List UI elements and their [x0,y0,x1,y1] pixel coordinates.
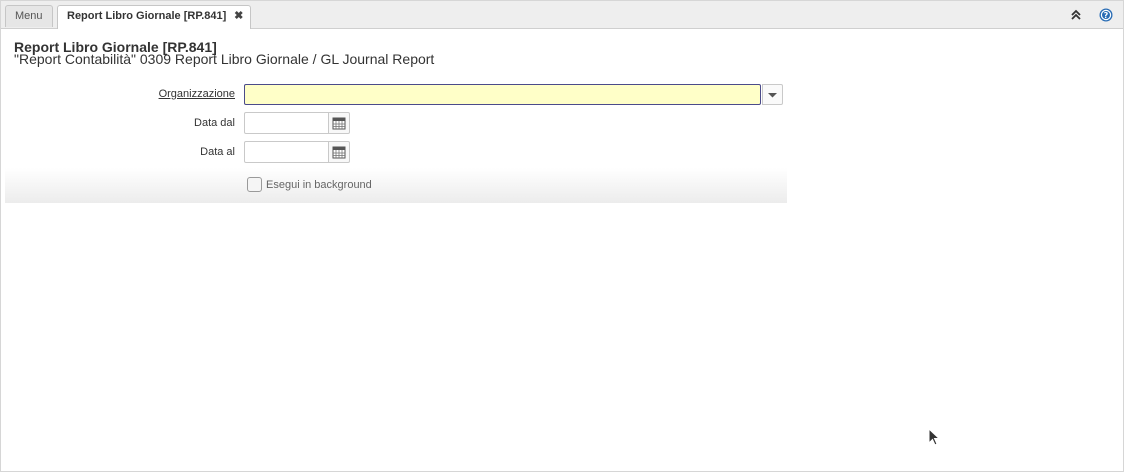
data-dal-input[interactable] [244,112,329,134]
organizzazione-dropdown-button[interactable] [762,84,783,105]
data-dal-calendar-button[interactable] [329,112,350,134]
close-icon[interactable]: ✖ [234,6,243,27]
double-chevron-up-icon[interactable] [1069,8,1083,22]
data-al-input[interactable] [244,141,329,163]
tab-menu[interactable]: Menu [5,5,53,27]
tab-active-label: Report Libro Giornale [RP.841] [67,10,227,22]
tab-bar: Menu Report Libro Giornale [RP.841] ✖ ? [1,1,1123,29]
tab-report-libro-giornale[interactable]: Report Libro Giornale [RP.841] ✖ [57,5,252,29]
help-icon[interactable]: ? [1099,8,1113,22]
data-al-label: Data al [200,146,235,158]
calendar-icon [332,117,346,130]
svg-text:?: ? [1104,11,1109,20]
tab-menu-label: Menu [15,10,43,22]
page-subtitle: "Report Contabilità" 0309 Report Libro G… [14,51,435,67]
organizzazione-input[interactable] [244,84,761,105]
calendar-icon [332,146,346,159]
background-options-bar [5,168,787,203]
mouse-pointer-icon [928,428,941,446]
window: Menu Report Libro Giornale [RP.841] ✖ ? … [0,0,1124,472]
data-dal-label: Data dal [194,117,235,129]
chevron-down-icon [768,93,777,98]
esegui-in-background-label: Esegui in background [266,179,372,191]
organizzazione-label[interactable]: Organizzazione [115,88,235,100]
esegui-in-background-checkbox[interactable] [247,177,262,192]
data-al-calendar-button[interactable] [329,141,350,163]
